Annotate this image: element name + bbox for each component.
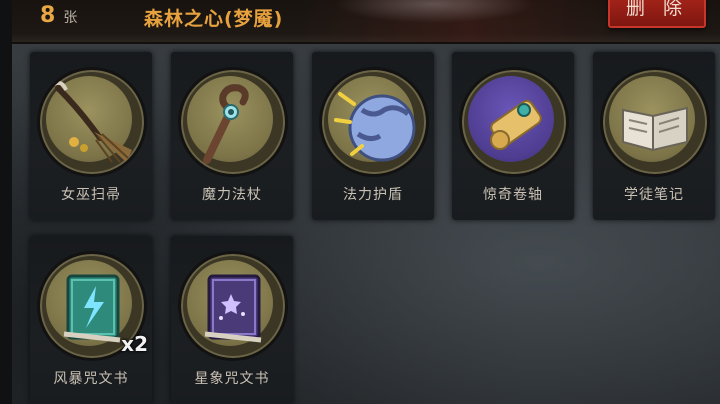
card-name: 星象咒文书 [194, 371, 270, 387]
broom-icon [53, 80, 132, 163]
card-name: 风暴咒文书 [53, 371, 129, 387]
card-medal [319, 67, 429, 177]
card-medal [459, 67, 569, 177]
card-wonder-scroll[interactable]: 惊奇卷轴 [452, 52, 574, 220]
card-count-unit: 张 [63, 10, 78, 26]
card-name: 法力护盾 [343, 187, 403, 203]
card-witch-broom[interactable]: 女巫扫帚 [30, 52, 152, 220]
left-edge [0, 0, 12, 404]
card-count: 8 张 [40, 3, 77, 28]
card-name: 魔力法杖 [202, 187, 262, 203]
delete-button[interactable]: 删 除 [608, 0, 706, 28]
star-spellbook-icon [204, 274, 262, 343]
staff-icon [203, 84, 249, 164]
card-medal [178, 67, 288, 177]
card-quantity: x2 [121, 332, 148, 356]
shield-orb-icon [334, 92, 416, 162]
card-storm-spellbook[interactable]: x2 风暴咒文书 [30, 236, 152, 404]
card-medal [37, 67, 147, 177]
card-name: 惊奇卷轴 [483, 187, 543, 203]
open-book-icon [622, 106, 688, 152]
card-star-spellbook[interactable]: 星象咒文书 [171, 236, 293, 404]
card-medal [600, 67, 710, 177]
card-magic-staff[interactable]: 魔力法杖 [171, 52, 293, 220]
card-apprentice-notes[interactable]: 学徒笔记 [593, 52, 715, 220]
scroll-icon [490, 99, 542, 150]
card-count-number: 8 [40, 3, 56, 28]
card-mana-shield[interactable]: 法力护盾 [312, 52, 434, 220]
card-medal [178, 251, 288, 361]
card-name: 学徒笔记 [624, 187, 684, 203]
deck-title: 森林之心(梦魇) [144, 8, 284, 30]
header-artwork [302, 0, 632, 42]
card-name: 女巫扫帚 [61, 187, 121, 203]
